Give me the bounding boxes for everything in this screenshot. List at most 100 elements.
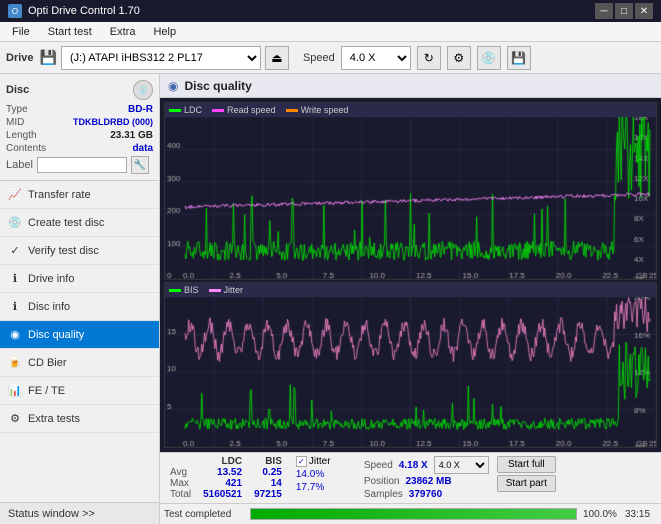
nav-disc-quality[interactable]: ◉ Disc quality bbox=[0, 321, 159, 349]
content-area: ◉ Disc quality LDC Read speed bbox=[160, 74, 661, 524]
disc-panel: Disc 💿 Type BD-R MID TDKBLDRBD (000) Len… bbox=[0, 74, 159, 181]
stats-panel: LDC BIS Avg 13.52 0.25 Max 421 14 Total … bbox=[160, 452, 661, 503]
close-button[interactable]: ✕ bbox=[635, 3, 653, 19]
nav-transfer-rate-label: Transfer rate bbox=[28, 189, 91, 201]
app-icon: O bbox=[8, 4, 22, 18]
status-text: Test completed bbox=[164, 509, 244, 520]
ldc-legend-label: LDC bbox=[184, 105, 202, 115]
jitter-legend-label: Jitter bbox=[224, 285, 244, 295]
speed-select[interactable]: 4.0 X bbox=[341, 46, 411, 70]
refresh-button[interactable]: ↻ bbox=[417, 46, 441, 70]
write-speed-legend-label: Write speed bbox=[301, 105, 349, 115]
bis-chart-canvas bbox=[165, 297, 656, 447]
nav-disc-info-label: Disc info bbox=[28, 301, 70, 313]
nav-drive-info-label: Drive info bbox=[28, 273, 74, 285]
bis-header: BIS bbox=[248, 456, 288, 467]
menu-start-test[interactable]: Start test bbox=[40, 24, 100, 40]
create-test-disc-icon: 💿 bbox=[8, 216, 22, 230]
progress-pct: 100.0% bbox=[583, 509, 619, 520]
minimize-button[interactable]: ─ bbox=[595, 3, 613, 19]
ldc-chart-canvas bbox=[165, 117, 656, 279]
samples-val: 379760 bbox=[409, 489, 442, 500]
contents-value: data bbox=[132, 143, 153, 154]
nav-extra-tests-label: Extra tests bbox=[28, 413, 80, 425]
nav-fe-te[interactable]: 📊 FE / TE bbox=[0, 377, 159, 405]
speed-label: Speed bbox=[303, 52, 335, 64]
menu-file[interactable]: File bbox=[4, 24, 38, 40]
progress-bar bbox=[250, 508, 577, 520]
mid-label: MID bbox=[6, 117, 24, 128]
speed-stat-select[interactable]: 4.0 X bbox=[434, 456, 489, 474]
disc-info-icon: ℹ bbox=[8, 300, 22, 314]
disc-title: Disc bbox=[6, 84, 29, 96]
jitter-max: 17.7% bbox=[296, 482, 356, 493]
transfer-rate-icon: 📈 bbox=[8, 188, 22, 202]
nav-transfer-rate[interactable]: 📈 Transfer rate bbox=[0, 181, 159, 209]
mid-value: TDKBLDRBD (000) bbox=[73, 117, 153, 128]
disc-quality-icon: ◉ bbox=[8, 328, 22, 342]
label-input[interactable] bbox=[37, 157, 127, 173]
nav-disc-info[interactable]: ℹ Disc info bbox=[0, 293, 159, 321]
read-speed-legend-label: Read speed bbox=[227, 105, 276, 115]
disc-button[interactable]: 💿 bbox=[477, 46, 501, 70]
length-label: Length bbox=[6, 130, 37, 141]
settings-button[interactable]: ⚙ bbox=[447, 46, 471, 70]
cd-bier-icon: 🍺 bbox=[8, 356, 22, 370]
chart-bottom: BIS Jitter bbox=[164, 282, 657, 448]
nav-drive-info[interactable]: ℹ Drive info bbox=[0, 265, 159, 293]
ldc-header: LDC bbox=[197, 456, 248, 467]
nav-extra-tests[interactable]: ⚙ Extra tests bbox=[0, 405, 159, 433]
label-set-button[interactable]: 🔧 bbox=[131, 156, 149, 174]
start-full-button[interactable]: Start full bbox=[497, 456, 556, 473]
drive-icon: 💾 bbox=[40, 49, 57, 66]
nav-verify-test-disc[interactable]: ✓ Verify test disc bbox=[0, 237, 159, 265]
nav-verify-test-disc-label: Verify test disc bbox=[28, 245, 99, 257]
length-value: 23.31 GB bbox=[110, 130, 153, 141]
nav-create-test-disc[interactable]: 💿 Create test disc bbox=[0, 209, 159, 237]
jitter-avg: 14.0% bbox=[296, 469, 356, 480]
nav-cd-bier[interactable]: 🍺 CD Bier bbox=[0, 349, 159, 377]
content-title: Disc quality bbox=[184, 79, 251, 93]
label-label: Label bbox=[6, 159, 33, 171]
nav-fe-te-label: FE / TE bbox=[28, 385, 65, 397]
disc-icon: 💿 bbox=[133, 80, 153, 100]
avg-ldc: 13.52 bbox=[197, 467, 248, 478]
save-button[interactable]: 💾 bbox=[507, 46, 531, 70]
type-value: BD-R bbox=[128, 104, 153, 115]
jitter-check[interactable]: ✓ Jitter bbox=[296, 456, 356, 467]
chart-top: LDC Read speed Write speed bbox=[164, 102, 657, 280]
total-label: Total bbox=[164, 489, 197, 500]
write-speed-legend: Write speed bbox=[286, 105, 349, 115]
content-header: ◉ Disc quality bbox=[160, 74, 661, 98]
content-icon: ◉ bbox=[168, 79, 178, 93]
menu-help[interactable]: Help bbox=[145, 24, 184, 40]
speed-section: Speed 4.18 X 4.0 X Position 23862 MB Sam… bbox=[364, 456, 489, 500]
start-part-button[interactable]: Start part bbox=[497, 475, 556, 492]
verify-test-disc-icon: ✓ bbox=[8, 244, 22, 258]
jitter-checkbox[interactable]: ✓ bbox=[296, 456, 307, 467]
contents-label: Contents bbox=[6, 143, 46, 154]
jitter-check-label: Jitter bbox=[309, 456, 331, 467]
fe-te-icon: 📊 bbox=[8, 384, 22, 398]
title-bar: O Opti Drive Control 1.70 ─ □ ✕ bbox=[0, 0, 661, 22]
total-ldc: 5160521 bbox=[197, 489, 248, 500]
sidebar: Disc 💿 Type BD-R MID TDKBLDRBD (000) Len… bbox=[0, 74, 160, 524]
position-val: 23862 MB bbox=[405, 476, 451, 487]
drive-select[interactable]: (J:) ATAPI iHBS312 2 PL17 bbox=[61, 46, 261, 70]
avg-label: Avg bbox=[164, 467, 197, 478]
speed-stat-label: Speed bbox=[364, 460, 393, 471]
jitter-legend: Jitter bbox=[209, 285, 244, 295]
total-bis: 97215 bbox=[248, 489, 288, 500]
status-window-bar[interactable]: Status window >> bbox=[0, 502, 159, 524]
toolbar: Drive 💾 (J:) ATAPI iHBS312 2 PL17 ⏏ Spee… bbox=[0, 42, 661, 74]
time-text: 33:15 bbox=[625, 509, 657, 520]
menu-extra[interactable]: Extra bbox=[102, 24, 144, 40]
progress-section: Test completed 100.0% 33:15 bbox=[160, 503, 661, 524]
type-label: Type bbox=[6, 104, 28, 115]
maximize-button[interactable]: □ bbox=[615, 3, 633, 19]
bis-legend: BIS bbox=[169, 285, 199, 295]
menu-bar: File Start test Extra Help bbox=[0, 22, 661, 42]
charts-area: LDC Read speed Write speed bbox=[160, 98, 661, 452]
speed-stat-val: 4.18 X bbox=[399, 460, 428, 471]
eject-button[interactable]: ⏏ bbox=[265, 46, 289, 70]
